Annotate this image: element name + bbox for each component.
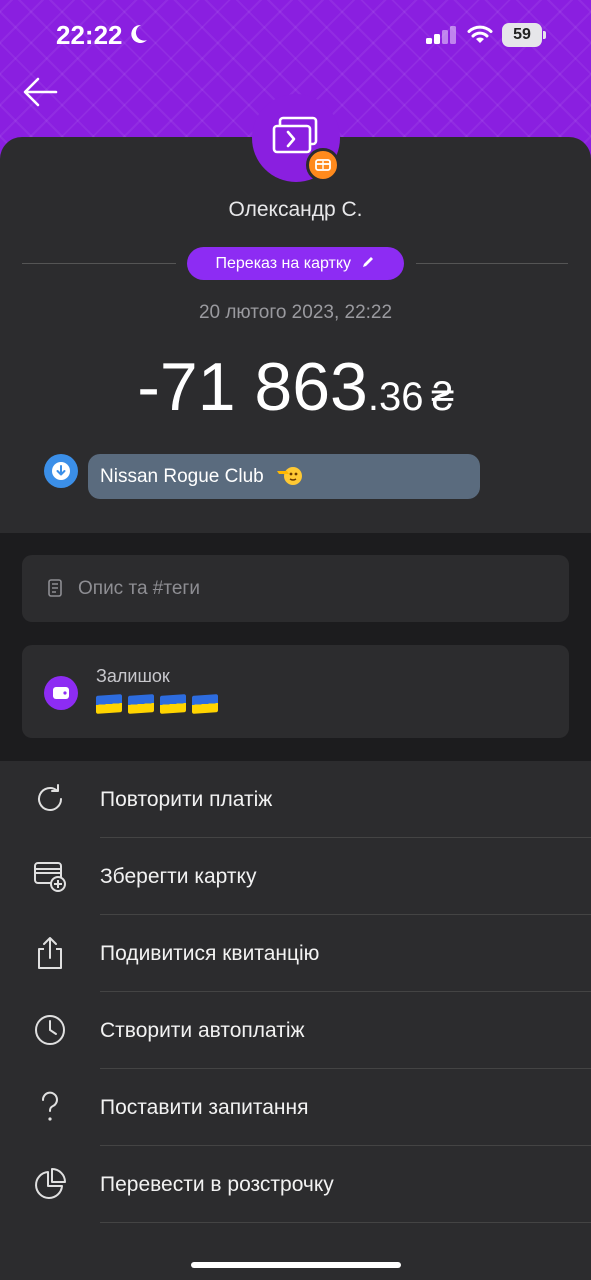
download-arrow-icon xyxy=(52,462,70,480)
ukraine-flag-icon xyxy=(160,694,186,714)
transaction-datetime: 20 лютого 2023, 22:22 xyxy=(198,302,393,323)
currency-symbol: ₴ xyxy=(431,375,454,419)
pencil-icon xyxy=(363,257,374,268)
action-label: Перевести в розстрочку xyxy=(100,1173,334,1196)
incoming-message-icon xyxy=(44,454,78,488)
battery-indicator: 59 xyxy=(502,23,546,47)
action-label: Зберегти картку xyxy=(100,865,257,888)
message-text: Nissan Rogue Club xyxy=(100,466,264,487)
pointing-hand-emoji-icon xyxy=(276,466,302,485)
home-indicator xyxy=(191,1262,401,1268)
wifi-icon xyxy=(467,25,493,43)
separator xyxy=(100,1222,591,1223)
amount-main: -71 863 xyxy=(137,349,368,425)
wallet-icon-wrap xyxy=(44,676,78,710)
description-placeholder: Опис та #теги xyxy=(78,578,200,599)
message-bubble: Nissan Rogue Club xyxy=(88,454,480,499)
recipient-name: Олександр С. xyxy=(228,198,363,221)
action-label: Поставити запитання xyxy=(100,1096,309,1119)
action-label: Повторити платіж xyxy=(100,788,273,811)
action-convert-installments[interactable]: Перевести в розстрочку xyxy=(0,1146,591,1223)
action-save-card[interactable]: Зберегти картку xyxy=(0,838,591,915)
ukraine-flag-icon xyxy=(128,694,154,714)
action-label: Створити автоплатіж xyxy=(100,1019,305,1042)
balance-label: Залишок xyxy=(96,666,170,686)
status-bar: 22:22 59 xyxy=(0,0,591,70)
card-add-icon xyxy=(34,862,66,892)
transaction-amount: -71 863.36 ₴ xyxy=(0,348,591,426)
avatar-badge xyxy=(306,148,340,182)
share-icon xyxy=(38,937,62,969)
status-time: 22:22 xyxy=(56,20,123,50)
moon-icon xyxy=(131,24,147,43)
action-ask-question[interactable]: Поставити запитання xyxy=(0,1069,591,1146)
signal-icon xyxy=(426,26,456,44)
balance-hidden-flags xyxy=(96,694,224,715)
wallet-icon xyxy=(53,687,69,699)
action-create-autopayment[interactable]: Створити автоплатіж xyxy=(0,992,591,1069)
battery-level: 59 xyxy=(502,23,542,47)
action-repeat-payment[interactable]: Повторити платіж xyxy=(0,761,591,838)
note-icon xyxy=(48,579,62,597)
transfer-type-pill[interactable]: Переказ на картку xyxy=(187,247,404,280)
card-badge-icon xyxy=(315,159,331,171)
description-tags-field[interactable]: Опис та #теги xyxy=(22,555,569,622)
battery-tip xyxy=(543,31,546,39)
action-label: Подивитися квитанцію xyxy=(100,942,320,965)
divider-left xyxy=(22,263,176,264)
amount-cents: .36 xyxy=(367,375,424,419)
ukraine-flag-icon xyxy=(96,694,122,714)
divider-right xyxy=(416,263,568,264)
question-icon xyxy=(41,1091,58,1121)
transfer-type-label: Переказ на картку xyxy=(215,255,352,272)
action-view-receipt[interactable]: Подивитися квитанцію xyxy=(0,915,591,992)
actions-list: Повторити платіж Зберегти картку Подивит… xyxy=(0,761,591,1280)
clock-icon xyxy=(35,1015,65,1045)
back-arrow-icon[interactable] xyxy=(20,72,60,112)
pie-chart-icon xyxy=(35,1168,66,1199)
repeat-icon xyxy=(38,784,62,811)
balance-card: Залишок xyxy=(22,645,569,738)
ukraine-flag-icon xyxy=(192,694,218,714)
